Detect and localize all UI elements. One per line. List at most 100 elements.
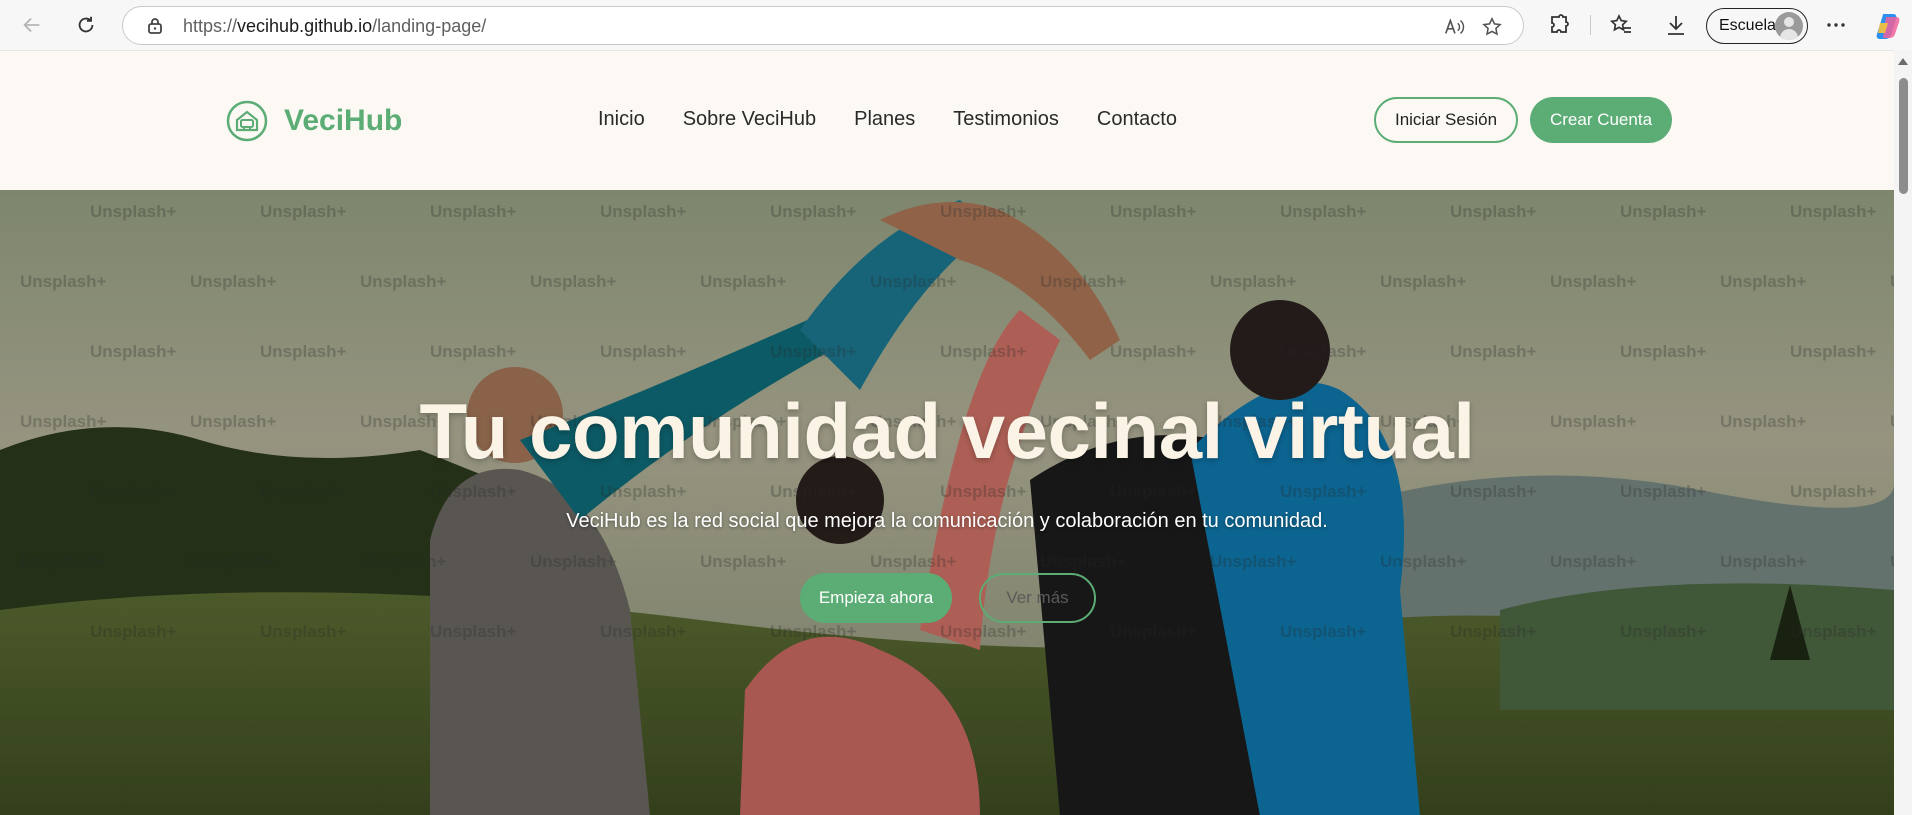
watermark-text: Unsplash+: [1790, 622, 1877, 641]
nav-link-planes[interactable]: Planes: [854, 108, 915, 131]
watermark-text: Unsplash+: [1040, 272, 1127, 291]
watermark-text: Unsplash+: [1450, 482, 1537, 501]
watermark-text: Unsplash+: [90, 622, 177, 641]
hero-title: Tu comunidad vecinal virtual: [419, 387, 1475, 475]
watermark-text: Unsplash+: [1620, 342, 1707, 361]
watermark-text: Unsplash+: [1550, 552, 1637, 571]
nav-link-contacto[interactable]: Contacto: [1097, 108, 1177, 131]
copilot-icon[interactable]: [1874, 11, 1904, 41]
nav-link-inicio[interactable]: Inicio: [598, 108, 645, 131]
watermark-text: Unsplash+: [1790, 202, 1877, 221]
back-icon: [23, 17, 40, 33]
watermark-text: Unsplash+: [1380, 552, 1467, 571]
watermark-text: Unsplash+: [430, 482, 517, 501]
watermark-text: Unsplash+: [1380, 272, 1467, 291]
nav-link-sobre[interactable]: Sobre VeciHub: [683, 108, 816, 131]
watermark-text: Unsplash+: [940, 482, 1027, 501]
watermark-text: Unsplash+: [600, 622, 687, 641]
watermark-text: Unsplash+: [1040, 552, 1127, 571]
watermark-text: Unsplash+: [90, 202, 177, 221]
brand-name: VeciHub: [284, 104, 403, 137]
site-header: VeciHub Inicio Sobre VeciHub Planes Test…: [0, 51, 1894, 190]
favorite-star-icon[interactable]: [1480, 15, 1504, 39]
address-bar[interactable]: https://vecihub.github.io/landing-page/: [122, 6, 1524, 45]
watermark-text: Unsplash+: [1280, 622, 1367, 641]
refresh-button[interactable]: [69, 8, 103, 42]
watermark-text: Unsplash+: [190, 272, 277, 291]
watermark-text: Unsplash+: [1620, 482, 1707, 501]
watermark-text: Unsplash+: [770, 342, 857, 361]
watermark-text: Unsplash+: [1550, 272, 1637, 291]
watermark-text: Unsplash+: [770, 202, 857, 221]
watermark-text: Unsplash+: [1450, 622, 1537, 641]
watermark-text: Unsplash+: [1450, 342, 1537, 361]
lock-icon[interactable]: [145, 16, 165, 36]
watermark-text: Unsplash+: [1110, 342, 1197, 361]
watermark-text: Unsplash+: [360, 552, 447, 571]
watermark-text: Unsplash+: [1210, 272, 1297, 291]
watermark-text: Unsplash+: [260, 622, 347, 641]
watermark-text: Unsplash+: [940, 342, 1027, 361]
watermark-text: Unsplash+: [1790, 342, 1877, 361]
watermark-text: Unsplash+: [530, 272, 617, 291]
see-more-button[interactable]: Ver más: [979, 573, 1096, 623]
toolbar-divider: [1590, 15, 1591, 35]
watermark-text: Unsplash+: [1110, 202, 1197, 221]
url-prefix: https://: [183, 16, 238, 36]
watermark-text: Unsplash+: [530, 552, 617, 571]
watermark-text: Unsplash+: [600, 342, 687, 361]
watermark-text: Unsplash+: [770, 482, 857, 501]
watermark-text: Unsplash+: [1110, 482, 1197, 501]
watermark-text: Unsplash+: [1720, 272, 1807, 291]
refresh-icon: [78, 16, 94, 33]
extensions-icon[interactable]: [1546, 12, 1572, 38]
watermark-text: Unsplash+: [940, 622, 1027, 641]
watermark-text: Unsplash+: [940, 202, 1027, 221]
watermark-text: Unsplash+: [1620, 202, 1707, 221]
start-now-button[interactable]: Empieza ahora: [800, 573, 952, 623]
url-path: /landing-page/: [372, 16, 487, 36]
more-icon[interactable]: [1823, 12, 1849, 38]
watermark-text: Unsplash+: [260, 482, 347, 501]
watermark-text: Unsplash+: [870, 272, 957, 291]
url-text[interactable]: https://vecihub.github.io/landing-page/: [183, 16, 486, 37]
scrollbar-thumb[interactable]: [1899, 78, 1908, 194]
watermark-text: Unsplash+: [90, 342, 177, 361]
watermark-text: Unsplash+: [870, 552, 957, 571]
avatar: [1775, 12, 1803, 40]
page-scrollbar[interactable]: [1894, 50, 1912, 815]
watermark-text: Unsplash+: [600, 482, 687, 501]
watermark-text: Unsplash+: [260, 202, 347, 221]
watermark-text: Unsplash+: [1620, 622, 1707, 641]
watermark-text: Unsplash+: [1720, 552, 1807, 571]
watermark-text: Unsplash+: [20, 272, 107, 291]
signup-button[interactable]: Crear Cuenta: [1530, 97, 1672, 143]
watermark-text: Unsplash+: [430, 622, 517, 641]
watermark-text: Unsplash+: [360, 272, 447, 291]
main-nav: Inicio Sobre VeciHub Planes Testimonios …: [598, 108, 1177, 131]
logo[interactable]: VeciHub: [226, 100, 402, 142]
watermark-text: Unsplash+: [20, 552, 107, 571]
hero: Unsplash+ Unsplash+ Unsplash+ Unsplash+ Unsp…: [0, 190, 1894, 815]
login-button[interactable]: Iniciar Sesión: [1374, 97, 1518, 143]
logo-house-icon: [226, 100, 268, 142]
url-domain: vecihub.github.io: [237, 16, 373, 36]
watermark-text: Unsplash+: [1280, 202, 1367, 221]
scroll-up-arrow-icon[interactable]: [1898, 58, 1908, 65]
back-button[interactable]: [15, 8, 49, 42]
download-icon[interactable]: [1663, 12, 1689, 38]
watermark-text: Unsplash+: [1450, 202, 1537, 221]
watermark-text: Unsplash+: [1210, 552, 1297, 571]
watermark-text: Unsplash+: [1280, 342, 1367, 361]
watermark-text: Unsplash+: [1110, 622, 1197, 641]
favorites-icon[interactable]: [1608, 12, 1634, 38]
read-aloud-icon[interactable]: [1442, 15, 1466, 39]
profile-name: Escuela: [1719, 17, 1776, 34]
watermark-text: Unsplash+: [600, 202, 687, 221]
watermark-text: Unsplash+: [430, 202, 517, 221]
watermark-text: Unsplash+: [260, 342, 347, 361]
watermark-text: Unsplash+: [1790, 482, 1877, 501]
nav-link-testimonios[interactable]: Testimonios: [953, 108, 1059, 131]
profile-button[interactable]: Escuela: [1706, 8, 1808, 44]
watermark-text: Unsplash+: [430, 342, 517, 361]
